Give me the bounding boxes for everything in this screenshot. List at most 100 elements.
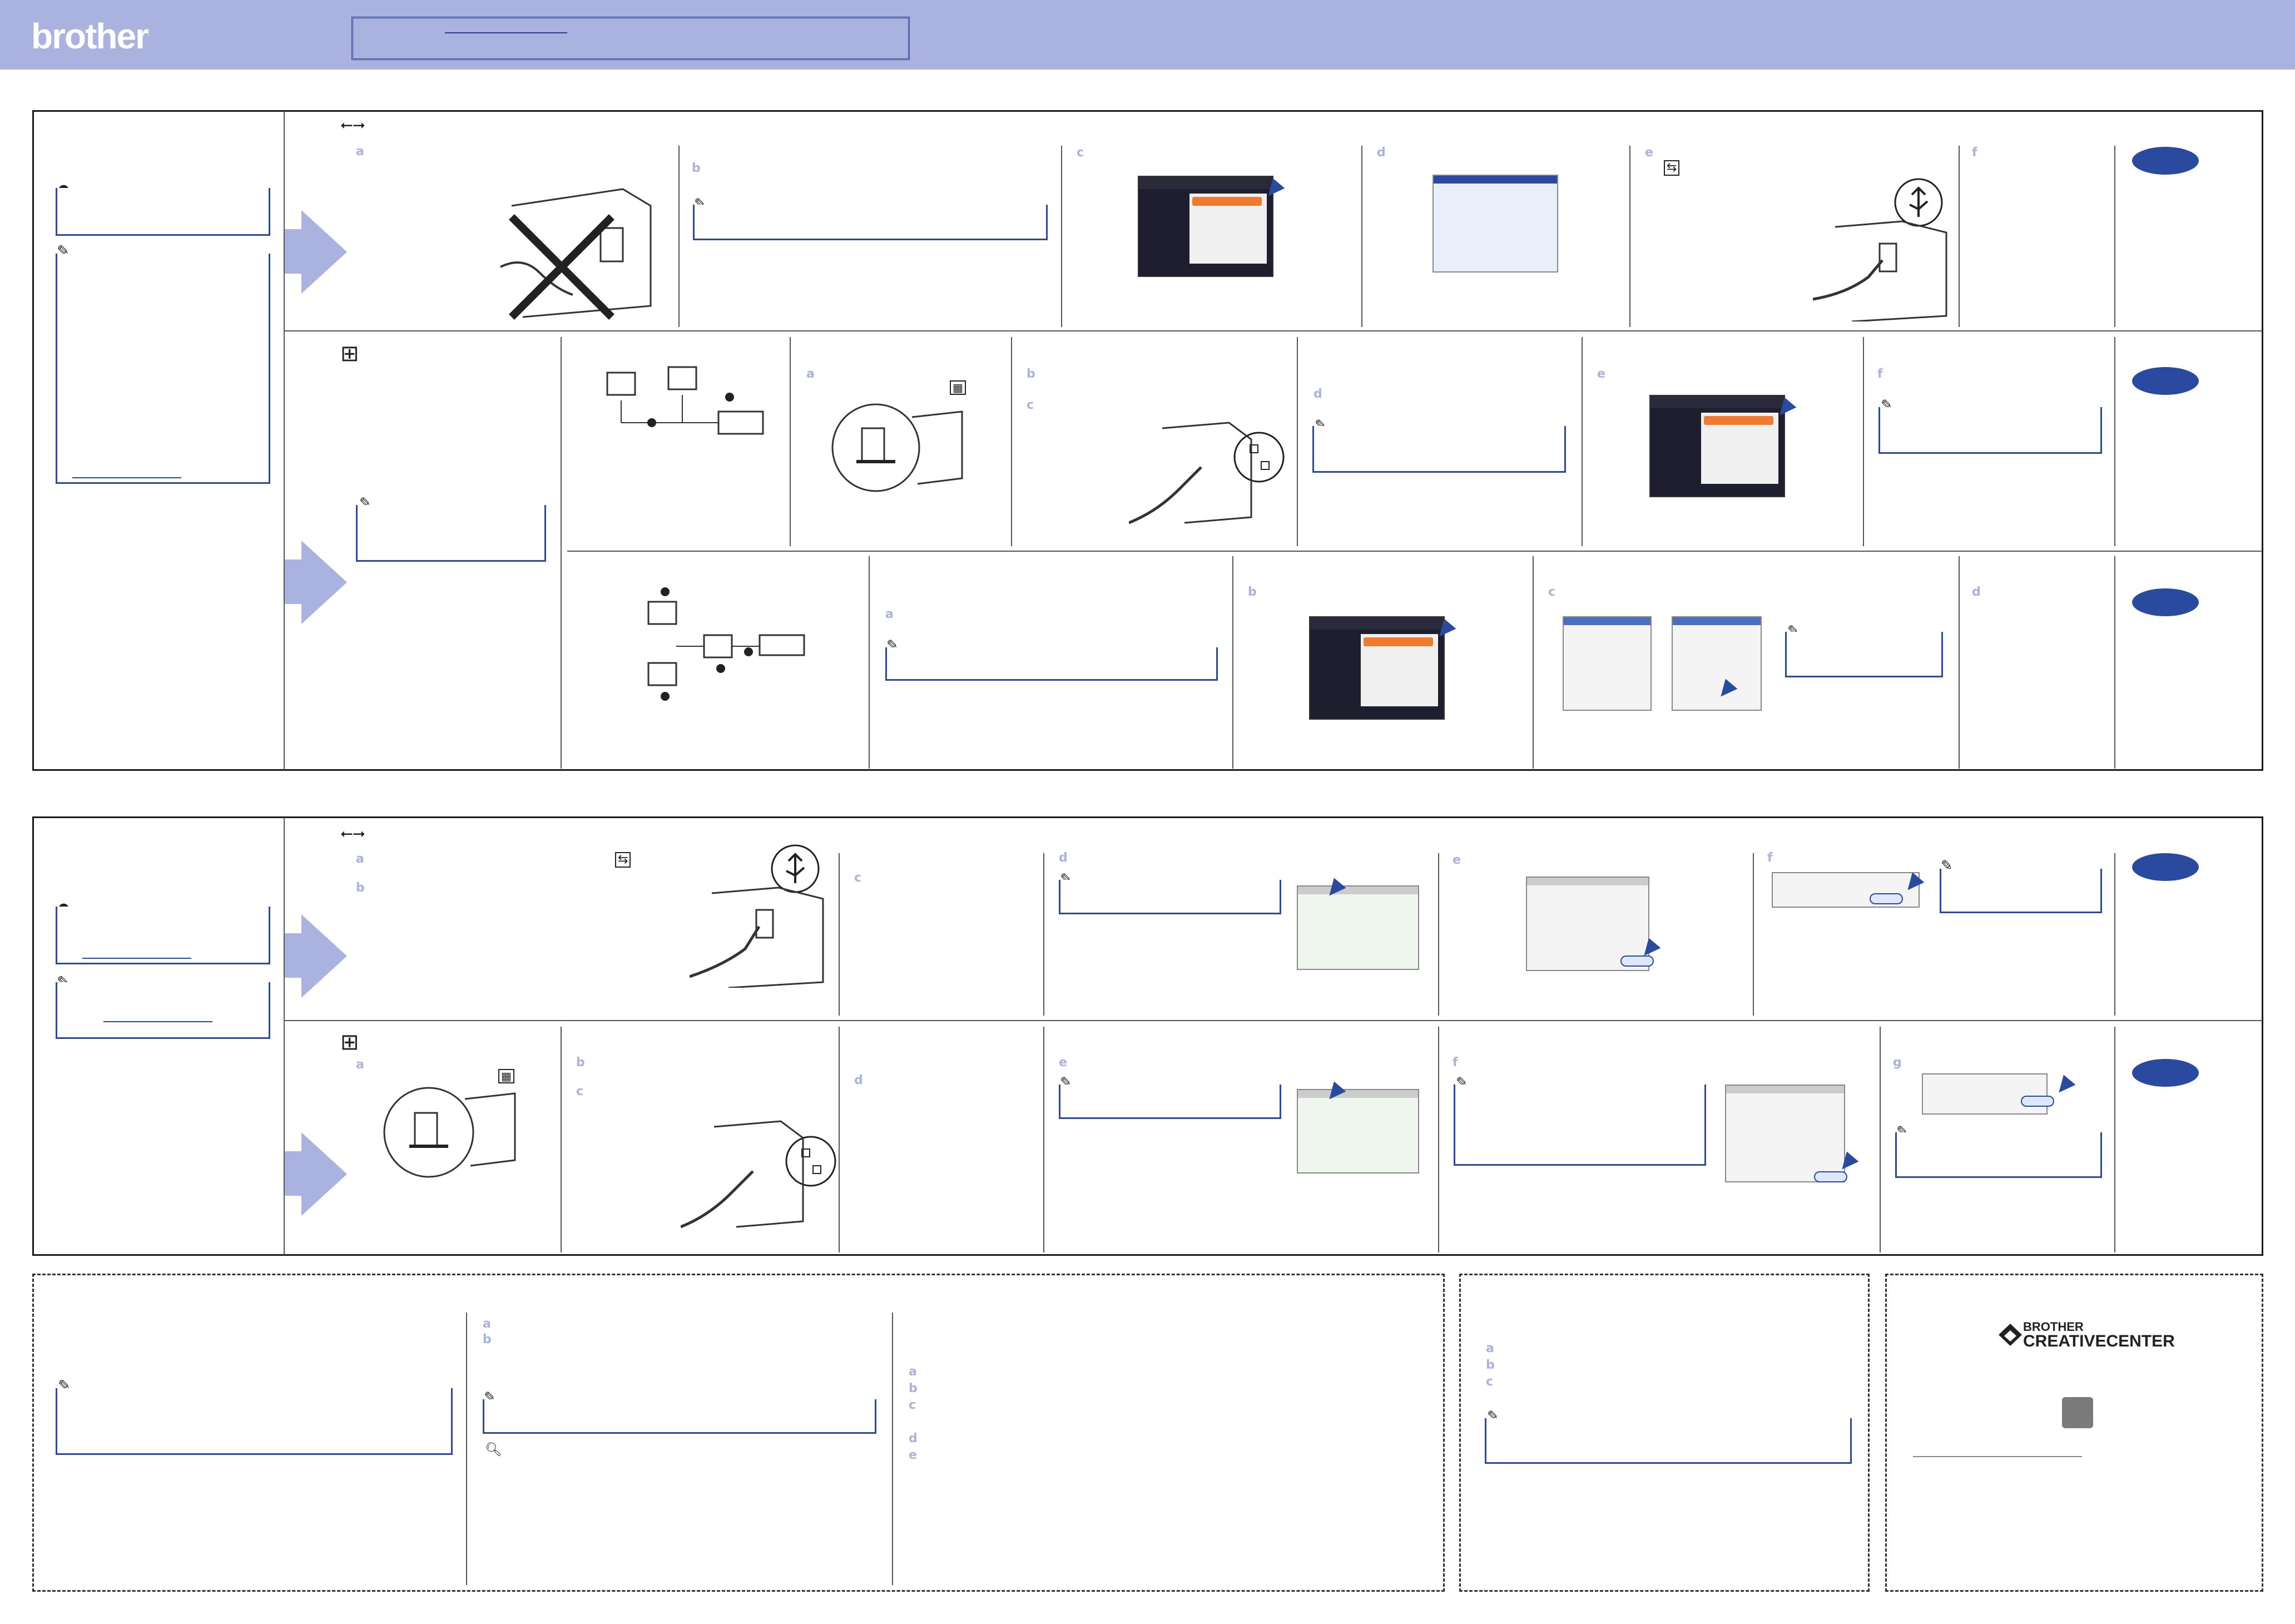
divider [284, 111, 285, 770]
step-letter: d [909, 1432, 918, 1445]
usb-port-icon: ⇆ [1664, 160, 1680, 176]
step-letter: b [1486, 1358, 1495, 1372]
step-letter: a [356, 145, 364, 159]
finish-badge [2132, 853, 2199, 881]
note-box [1940, 869, 2102, 913]
peer-to-peer-network-diagram [606, 366, 764, 435]
printer-network-cable-drawing [1129, 422, 1285, 524]
note-box [1878, 407, 2102, 454]
divider [678, 146, 680, 327]
divider [1232, 556, 1233, 769]
note-box [693, 205, 1048, 240]
divider [1880, 1027, 1881, 1252]
finish-badge [2132, 147, 2199, 175]
printer-usb-plug-drawing [1813, 178, 1947, 321]
printer-lan-port-drawing [831, 403, 963, 492]
header-band: brother. [0, 0, 2295, 70]
divider [1582, 337, 1583, 546]
top-menu-screenshot [1138, 176, 1273, 277]
flow-arrow [301, 914, 347, 998]
link-underline [82, 958, 191, 959]
step-letter: c [854, 871, 862, 885]
step-letter: a [356, 852, 364, 866]
step-letter: e [1597, 367, 1605, 381]
usb-cable-dialog-screenshot [1432, 175, 1558, 273]
step-letter: f [1767, 851, 1773, 865]
step-letter: a [483, 1317, 491, 1331]
step-letter: a [806, 367, 815, 381]
step-letter: d [1313, 387, 1322, 401]
step-letter: b [576, 1056, 585, 1070]
flow-arrow [301, 210, 347, 294]
step-letter: c [576, 1085, 584, 1098]
quit-button-highlight [1870, 893, 1903, 904]
step-letter: c [1027, 398, 1034, 412]
divider [2114, 1027, 2115, 1252]
step-letter: a [1486, 1341, 1494, 1355]
flow-arrow-tail [285, 229, 303, 274]
finish-badge [2132, 367, 2199, 395]
divider [2114, 556, 2115, 769]
link-underline [72, 477, 181, 478]
header-title-box [351, 17, 910, 60]
note-box [56, 982, 270, 1039]
step-letter: g [1893, 1056, 1902, 1070]
step-letter: b [1027, 367, 1035, 381]
note-box [356, 505, 546, 562]
flow-arrow-tail [285, 933, 303, 978]
step-letter: b [356, 881, 365, 895]
lan-port-icon: ▦ [498, 1069, 514, 1083]
divider [839, 1027, 840, 1252]
note-box [885, 647, 1218, 681]
step-letter: d [854, 1073, 863, 1087]
top-menu-screenshot [1309, 616, 1445, 720]
divider [1011, 337, 1012, 546]
flow-arrow-tail [285, 560, 303, 604]
step-letter: b [483, 1333, 492, 1346]
creative-center-app-icon[interactable] [2062, 1397, 2093, 1428]
lan-port-icon: ▦ [950, 380, 966, 395]
important-box [56, 907, 270, 964]
divider [1043, 1027, 1044, 1252]
printer-network-cable-drawing [681, 1120, 836, 1229]
divider [1438, 1027, 1439, 1252]
note-box [1485, 1418, 1852, 1464]
divider [1061, 146, 1062, 327]
step-letter: b [909, 1382, 918, 1395]
note-box [56, 1388, 453, 1455]
link-underline [1913, 1456, 2082, 1457]
network-icon: ⊞ [340, 1029, 359, 1055]
divider [1863, 337, 1864, 546]
step-letter: d [1059, 851, 1068, 865]
divider [1297, 337, 1298, 546]
divider [2114, 853, 2115, 1016]
mac-installer-window-screenshot [1297, 1089, 1419, 1174]
divider [1043, 853, 1044, 1016]
browse-printer-dialog-screenshot [1563, 616, 1652, 711]
note-box [1785, 632, 1943, 677]
step-letter: c [909, 1398, 916, 1412]
divider [285, 330, 2262, 331]
usb-icon: ⭠⭢ [340, 115, 365, 133]
printer-no-usb-drawing [500, 188, 652, 320]
divider [839, 853, 840, 1016]
divider [1533, 556, 1534, 769]
printer-lan-port-drawing [383, 1087, 516, 1178]
step-letter: e [909, 1448, 917, 1462]
step-letter: c [1077, 146, 1084, 160]
step-letter: e [1059, 1056, 1067, 1070]
divider [1438, 853, 1439, 1016]
note-box [1059, 880, 1281, 914]
divider [2114, 146, 2115, 327]
divider [1959, 146, 1960, 327]
choose-machine-dialog-screenshot [1725, 1085, 1845, 1182]
note-box [1895, 1132, 2102, 1178]
divider [1629, 146, 1630, 327]
divider [567, 551, 2262, 552]
step-letter: c [1548, 585, 1556, 599]
magnifier-icon: 🔍︎ [485, 1442, 502, 1457]
step-letter: d [1972, 585, 1981, 599]
step-letter: a [909, 1365, 917, 1379]
flow-arrow [301, 541, 347, 624]
step-letter: b [692, 161, 701, 175]
